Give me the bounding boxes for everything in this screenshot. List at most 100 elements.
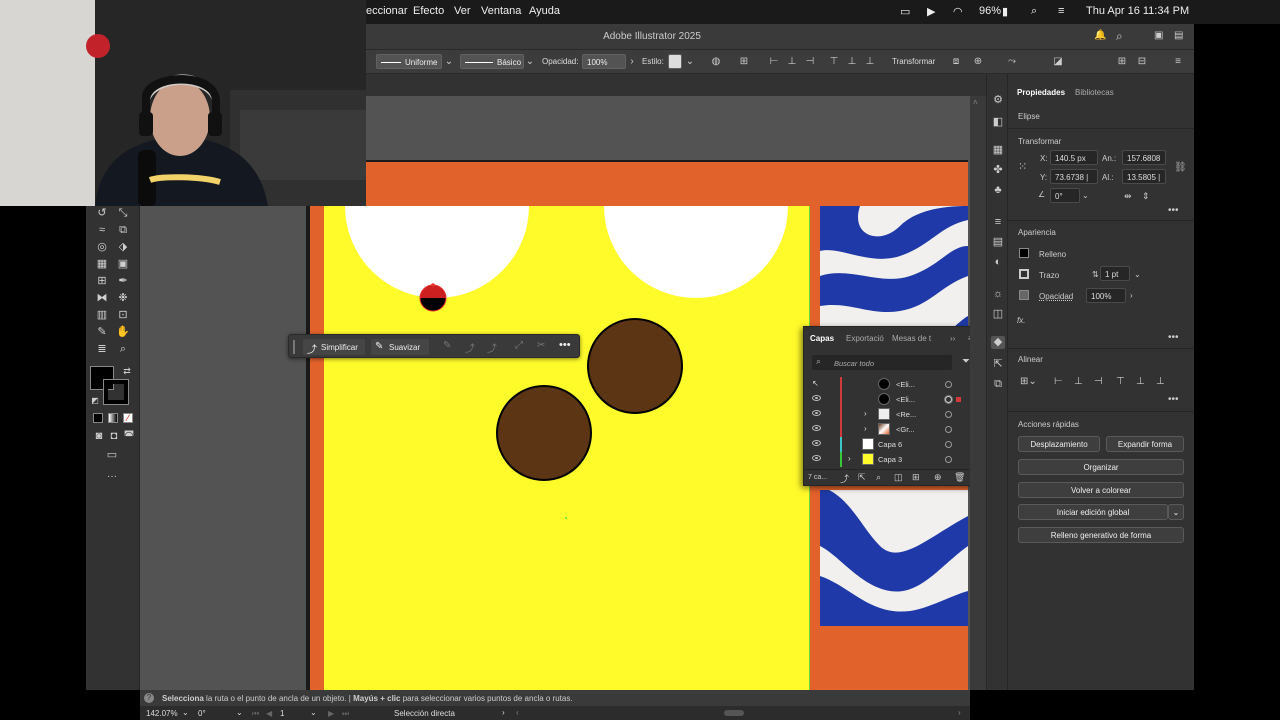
layer-row[interactable]: › Capa 3: [804, 452, 972, 467]
stepper-icon[interactable]: ⇅: [1092, 270, 1099, 279]
new-layer-icon[interactable]: ⊕: [934, 472, 942, 483]
target-icon[interactable]: [945, 381, 952, 388]
opacity-input[interactable]: 100%: [1086, 288, 1126, 303]
align-to-icon[interactable]: ⊞: [738, 56, 750, 67]
opacity-label[interactable]: Opacidad: [1039, 292, 1073, 301]
symbols-icon[interactable]: ♣: [991, 184, 1005, 197]
visibility-icon[interactable]: [812, 455, 821, 461]
visibility-icon[interactable]: [812, 425, 821, 431]
x-input[interactable]: 140.5 px: [1050, 150, 1098, 165]
target-icon[interactable]: [945, 411, 952, 418]
gradient-tool-icon[interactable]: ▣: [116, 257, 130, 271]
visibility-icon[interactable]: [812, 410, 821, 416]
align-to-icon[interactable]: ⊞⌄: [1020, 376, 1037, 387]
trash-icon[interactable]: 🗑: [954, 472, 965, 483]
chevron-down-icon[interactable]: ⌄: [524, 56, 536, 67]
rotate-tool-icon[interactable]: ↺: [95, 206, 109, 220]
tab-layers[interactable]: Capas: [810, 334, 834, 343]
prev-artboard-icon[interactable]: ◀: [266, 709, 272, 718]
artboard-yellow[interactable]: [324, 206, 810, 690]
width-tool-icon[interactable]: ≈: [95, 223, 109, 237]
brushes-icon[interactable]: ✤: [991, 164, 1005, 177]
align-top-icon[interactable]: ⊤: [828, 56, 840, 67]
search-icon[interactable]: ⌕: [1116, 29, 1123, 44]
swap-icon[interactable]: ⇄: [120, 364, 134, 378]
help-icon[interactable]: ?: [144, 693, 154, 703]
horizontal-scrollbar[interactable]: [724, 710, 744, 716]
align-hcenter-icon[interactable]: ⊥: [786, 56, 798, 67]
isolate-icon[interactable]: ⧈: [950, 56, 962, 67]
blend-tool-icon[interactable]: ⧓: [95, 291, 109, 305]
draw-behind-icon[interactable]: ◘: [107, 429, 121, 443]
properties-panel-icon[interactable]: ⚙: [991, 94, 1005, 107]
target-icon[interactable]: [945, 456, 952, 463]
more-options-icon[interactable]: •••: [1168, 332, 1179, 343]
artboards-panel-icon[interactable]: ⧉: [991, 378, 1005, 391]
style-swatch[interactable]: [668, 54, 682, 69]
brush-select[interactable]: Básico: [460, 54, 524, 69]
arrange-panels-icon[interactable]: ⊟: [1136, 56, 1148, 67]
draw-inside-icon[interactable]: ◚: [122, 429, 136, 443]
recolor-icon[interactable]: ◍: [710, 56, 722, 67]
fx-icon[interactable]: fx.: [1017, 316, 1025, 325]
vertical-scrollbar[interactable]: ˄: [970, 96, 986, 690]
tab-properties[interactable]: Propiedades: [1017, 88, 1065, 97]
selection-indicator[interactable]: [956, 397, 961, 402]
symbol-sprayer-icon[interactable]: ❉: [116, 291, 130, 305]
chevron-down-icon[interactable]: ⌄: [310, 708, 317, 717]
scroll-left-icon[interactable]: ‹: [516, 708, 519, 717]
align-top-icon[interactable]: ⊤: [1116, 376, 1125, 387]
gradient-panel-icon[interactable]: ▤: [991, 236, 1005, 249]
stroke-panel-icon[interactable]: ≡: [991, 216, 1005, 229]
stroke-weight-input[interactable]: 1 pt: [1100, 266, 1130, 281]
align-bottom-icon[interactable]: ⊥: [864, 56, 876, 67]
flip-vertical-icon[interactable]: ⇕: [1142, 191, 1150, 202]
angle-input[interactable]: 0°: [1050, 188, 1080, 203]
default-colors-icon[interactable]: ◩: [88, 394, 102, 408]
layer-row[interactable]: Capa 6: [804, 437, 972, 452]
gradient-mode-icon[interactable]: [108, 413, 118, 423]
libraries-icon[interactable]: ◧: [991, 116, 1005, 129]
chevron-right-icon[interactable]: ›: [502, 708, 505, 717]
tab-libraries[interactable]: Bibliotecas: [1075, 88, 1114, 97]
target-selected-icon[interactable]: [945, 396, 952, 403]
flip-horizontal-icon[interactable]: ⇹: [1124, 191, 1132, 202]
hand-tool-icon[interactable]: ✋: [116, 325, 130, 339]
tab-export[interactable]: Exportació: [846, 334, 884, 343]
expand-icon[interactable]: ›: [864, 424, 867, 433]
display-icon[interactable]: ▭: [900, 5, 910, 18]
battery-icon[interactable]: ▮: [1002, 5, 1008, 18]
zoom-level[interactable]: 142.07%: [146, 709, 178, 718]
control-center-icon[interactable]: ≡: [1058, 5, 1064, 17]
edit-toolbar-icon[interactable]: ···: [105, 470, 119, 484]
target-icon[interactable]: [945, 441, 952, 448]
workspace-icon[interactable]: ▣: [1154, 30, 1163, 41]
live-paint-icon[interactable]: ⬗: [116, 240, 130, 254]
arrange-button[interactable]: Organizar: [1018, 459, 1184, 475]
recolor-button[interactable]: Volver a colorear: [1018, 482, 1184, 498]
stroke-swatch[interactable]: [1019, 269, 1029, 279]
y-input[interactable]: 73.6738 |: [1050, 169, 1098, 184]
menu-icon[interactable]: ≡: [1172, 56, 1184, 67]
width-input[interactable]: 157.6808: [1122, 150, 1166, 165]
filter-icon[interactable]: ⏷: [962, 356, 970, 367]
slice-tool-icon[interactable]: ✎: [95, 325, 109, 339]
transform-link[interactable]: Transformar: [892, 57, 935, 66]
curve-icon[interactable]: ⤴: [465, 340, 475, 355]
stroke-profile-select[interactable]: Uniforme: [376, 54, 442, 69]
graphic-styles-icon[interactable]: ◫: [991, 308, 1005, 321]
align-vcenter-icon[interactable]: ⊥: [846, 56, 858, 67]
expand-icon[interactable]: ›: [848, 454, 851, 463]
none-mode-icon[interactable]: ⁄: [123, 413, 133, 423]
wifi-icon[interactable]: ◠: [953, 5, 963, 18]
zoom-tool-icon[interactable]: ⌕: [116, 342, 130, 356]
perspective-icon[interactable]: ▦: [95, 257, 109, 271]
align-right-icon[interactable]: ⊣: [804, 56, 816, 67]
scroll-right-icon[interactable]: ›: [958, 708, 961, 717]
stroke-swatch[interactable]: [103, 379, 129, 405]
reference-point-icon[interactable]: ⁙: [1018, 160, 1027, 173]
locate-object-icon[interactable]: ⌕: [876, 472, 881, 483]
scroll-up-icon[interactable]: ˄: [973, 98, 978, 107]
tab-artboards[interactable]: Mesas de t: [892, 334, 931, 343]
recolor-artwork-icon[interactable]: ◪: [1052, 56, 1064, 67]
